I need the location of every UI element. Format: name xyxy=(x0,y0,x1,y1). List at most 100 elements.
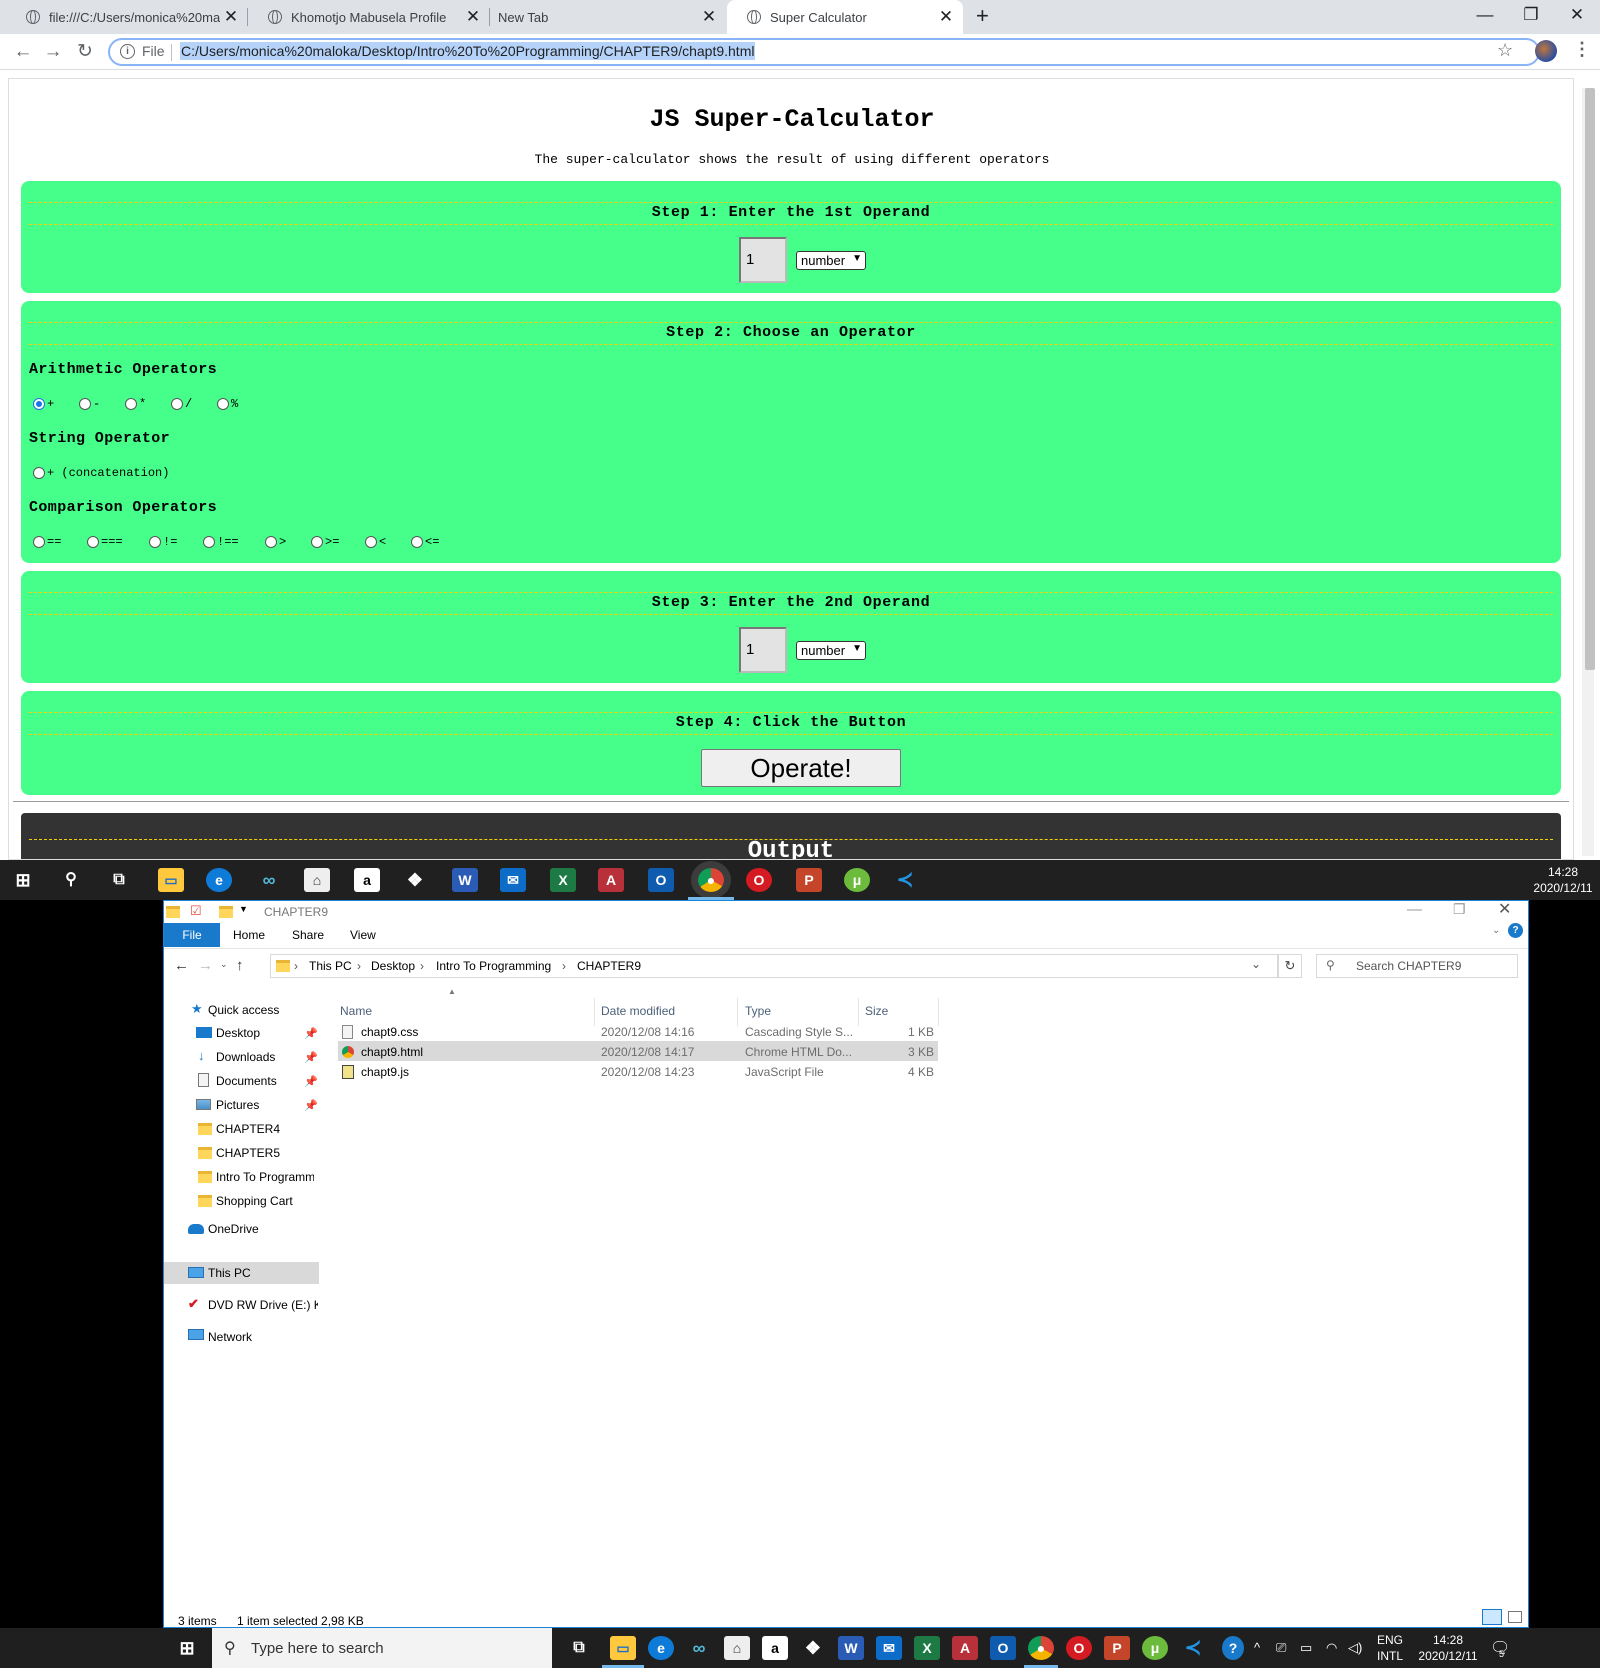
opera-icon[interactable]: O xyxy=(1066,1636,1092,1660)
reload-icon[interactable]: ↻ xyxy=(72,40,98,64)
radio-neq[interactable]: != xyxy=(149,535,177,549)
arduino-icon[interactable]: ∞ xyxy=(686,1636,712,1660)
nav-intro[interactable]: Intro To Programmi xyxy=(216,1170,314,1184)
access-icon[interactable]: A xyxy=(598,868,624,892)
radio-subtract[interactable]: - xyxy=(79,397,100,411)
column-type[interactable]: Type xyxy=(745,1004,771,1018)
radio-gte[interactable]: >= xyxy=(311,535,339,549)
radio-multiply[interactable]: * xyxy=(125,397,146,411)
nav-dvd[interactable]: DVD RW Drive (E:) KIS xyxy=(208,1298,318,1312)
excel-icon[interactable]: X xyxy=(914,1636,940,1660)
volume-icon[interactable]: ◁) xyxy=(1348,1640,1362,1656)
tab-profile[interactable]: Khomotjo Mabusela Profile ✕ xyxy=(248,0,490,34)
amazon-icon[interactable]: a xyxy=(762,1636,788,1660)
ribbon-tab-home[interactable]: Home xyxy=(233,928,265,942)
nav-pictures[interactable]: Pictures xyxy=(216,1098,259,1112)
ribbon-expand-icon[interactable]: ⌄ xyxy=(1492,925,1500,936)
info-icon[interactable]: i xyxy=(120,44,135,59)
device-icon[interactable]: ⎚ xyxy=(1276,1640,1286,1656)
tab-super-calculator[interactable]: Super Calculator ✕ xyxy=(727,0,963,34)
powerpoint-icon[interactable]: P xyxy=(796,868,822,892)
excel-icon[interactable]: X xyxy=(550,868,576,892)
mail-icon[interactable]: ✉ xyxy=(876,1636,902,1660)
column-name[interactable]: Name xyxy=(340,1004,372,1018)
radio-gt[interactable]: > xyxy=(265,535,286,549)
utorrent-icon[interactable]: μ xyxy=(1142,1636,1168,1660)
breadcrumb-intro[interactable]: Intro To Programming xyxy=(436,959,551,973)
lang-top[interactable]: ENG xyxy=(1372,1632,1408,1648)
file-explorer-icon[interactable]: ▭ xyxy=(158,868,184,892)
tab-file[interactable]: file:///C:/Users/monica%20maloka/Desktop… xyxy=(6,0,248,34)
radio-eq[interactable]: == xyxy=(33,535,61,549)
ribbon-tab-file[interactable]: File xyxy=(164,923,220,947)
chrome-icon[interactable]: ● xyxy=(698,868,724,892)
search-input[interactable]: Search CHAPTER9 xyxy=(1356,959,1461,973)
minimize-button[interactable]: — xyxy=(1462,0,1508,30)
battery-icon[interactable]: ▭ xyxy=(1300,1640,1312,1656)
wifi-icon[interactable]: ◠ xyxy=(1326,1640,1337,1656)
nav-network[interactable]: Network xyxy=(208,1330,252,1344)
nav-quick-access[interactable]: Quick access xyxy=(208,1003,279,1017)
operand1-input[interactable]: 1 xyxy=(739,237,787,283)
search-input[interactable]: Type here to search xyxy=(251,1640,384,1657)
radio-strict-neq[interactable]: !== xyxy=(203,535,239,549)
help-icon[interactable]: ? xyxy=(1222,1636,1244,1660)
operand2-type-select[interactable]: number ▼ xyxy=(796,641,866,660)
scrollbar-thumb[interactable] xyxy=(1585,88,1595,670)
lang-bottom[interactable]: INTL xyxy=(1372,1648,1408,1664)
file-explorer-icon[interactable]: ▭ xyxy=(610,1636,636,1660)
nav-onedrive[interactable]: OneDrive xyxy=(208,1222,259,1236)
recent-dropdown-icon[interactable]: ⌄ xyxy=(220,959,228,970)
edge-icon[interactable]: e xyxy=(206,868,232,892)
clock-time[interactable]: 14:28 xyxy=(1530,864,1596,880)
nav-downloads[interactable]: Downloads xyxy=(216,1050,275,1064)
nav-desktop[interactable]: Desktop xyxy=(216,1026,260,1040)
vscode-icon[interactable]: ≺ xyxy=(892,868,918,892)
breadcrumb-desktop[interactable]: Desktop xyxy=(371,959,415,973)
clock-time[interactable]: 14:28 xyxy=(1410,1632,1486,1648)
store-icon[interactable]: ⌂ xyxy=(304,868,330,892)
new-folder-icon[interactable] xyxy=(219,906,233,918)
breadcrumb-this-pc[interactable]: This PC xyxy=(309,959,352,973)
close-icon[interactable]: ✕ xyxy=(220,7,242,27)
search-icon[interactable]: ⚲ xyxy=(58,868,84,892)
back-icon[interactable]: ← xyxy=(10,40,36,64)
task-view-icon[interactable]: ⧉ xyxy=(106,868,132,892)
amazon-icon[interactable]: a xyxy=(354,868,380,892)
bookmark-star-icon[interactable]: ☆ xyxy=(1497,40,1513,61)
profile-avatar[interactable] xyxy=(1535,40,1557,62)
column-size[interactable]: Size xyxy=(865,1004,888,1018)
help-icon[interactable]: ? xyxy=(1508,923,1523,938)
menu-kebab-icon[interactable]: ⋮ xyxy=(1573,39,1591,60)
access-icon[interactable]: A xyxy=(952,1636,978,1660)
up-icon[interactable]: ↑ xyxy=(236,957,244,974)
new-tab-button[interactable]: + xyxy=(976,3,989,29)
properties-icon[interactable]: ☑ xyxy=(190,903,202,919)
column-date[interactable]: Date modified xyxy=(601,1004,675,1018)
close-icon[interactable]: ✕ xyxy=(462,7,484,27)
chevron-down-icon[interactable]: ⌄ xyxy=(1251,957,1261,971)
nav-chapter4[interactable]: CHAPTER4 xyxy=(216,1122,280,1136)
dropbox-icon[interactable]: ❖ xyxy=(402,868,428,892)
mail-icon[interactable]: ✉ xyxy=(500,868,526,892)
operand2-input[interactable]: 1 xyxy=(739,627,787,673)
clock-date[interactable]: 2020/12/11 xyxy=(1410,1648,1486,1664)
nav-chapter5[interactable]: CHAPTER5 xyxy=(216,1146,280,1160)
radio-lt[interactable]: < xyxy=(365,535,386,549)
utorrent-icon[interactable]: μ xyxy=(844,868,870,892)
back-icon[interactable]: ← xyxy=(174,957,189,974)
radio-add[interactable]: + xyxy=(33,397,54,411)
qat-dropdown-icon[interactable]: ▼ xyxy=(239,904,248,914)
radio-modulo[interactable]: % xyxy=(217,397,238,411)
breadcrumb-chapter9[interactable]: CHAPTER9 xyxy=(577,959,641,973)
ribbon-tab-view[interactable]: View xyxy=(350,928,376,942)
tab-new-tab[interactable]: New Tab ✕ xyxy=(490,0,726,34)
task-view-icon[interactable]: ⧉ xyxy=(566,1636,592,1660)
opera-icon[interactable]: O xyxy=(746,868,772,892)
word-icon[interactable]: W xyxy=(452,868,478,892)
nav-this-pc[interactable]: This PC xyxy=(208,1266,251,1280)
chevron-up-icon[interactable]: ^ xyxy=(1254,1640,1260,1655)
edge-icon[interactable]: e xyxy=(648,1636,674,1660)
restore-button[interactable]: ❐ xyxy=(1508,0,1554,30)
radio-lte[interactable]: <= xyxy=(411,535,439,549)
